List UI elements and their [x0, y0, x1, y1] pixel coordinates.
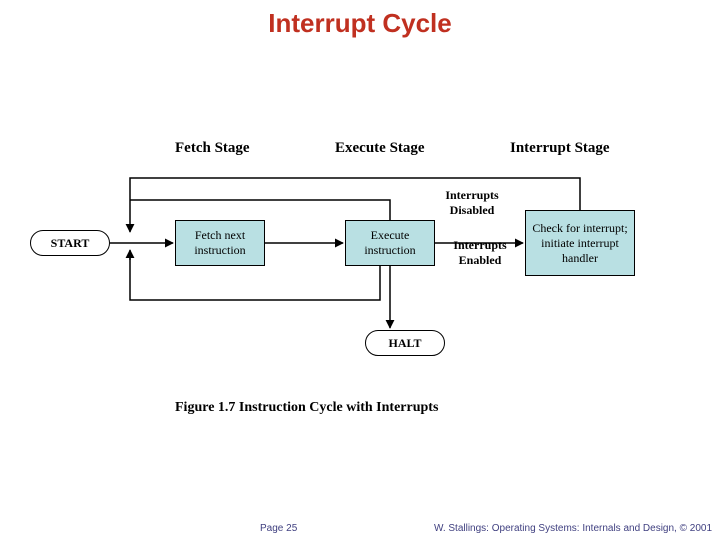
fetch-next-label: Fetch next instruction — [178, 228, 262, 258]
start-node: START — [30, 230, 110, 256]
interrupts-enabled-label: Interrupts Enabled — [445, 238, 515, 268]
footer-page-number: Page 25 — [260, 523, 297, 534]
stage-label-fetch: Fetch Stage — [175, 140, 250, 157]
interrupt-cycle-diagram: Fetch Stage Execute Stage Interrupt Stag… — [0, 100, 720, 420]
stage-label-interrupt: Interrupt Stage — [510, 140, 610, 157]
fetch-next-box: Fetch next instruction — [175, 220, 265, 266]
halt-node: HALT — [365, 330, 445, 356]
interrupts-disabled-label: Interrupts Disabled — [437, 188, 507, 218]
stage-label-execute: Execute Stage — [335, 140, 425, 157]
footer-citation: W. Stallings: Operating Systems: Interna… — [434, 523, 712, 534]
halt-label: HALT — [389, 336, 422, 351]
figure-caption: Figure 1.7 Instruction Cycle with Interr… — [175, 400, 438, 416]
execute-label: Execute instruction — [348, 228, 432, 258]
start-label: START — [51, 236, 90, 251]
check-interrupt-box: Check for interrupt; initiate interrupt … — [525, 210, 635, 276]
slide-title: Interrupt Cycle — [0, 8, 720, 39]
check-interrupt-label: Check for interrupt; initiate interrupt … — [528, 221, 632, 266]
execute-box: Execute instruction — [345, 220, 435, 266]
